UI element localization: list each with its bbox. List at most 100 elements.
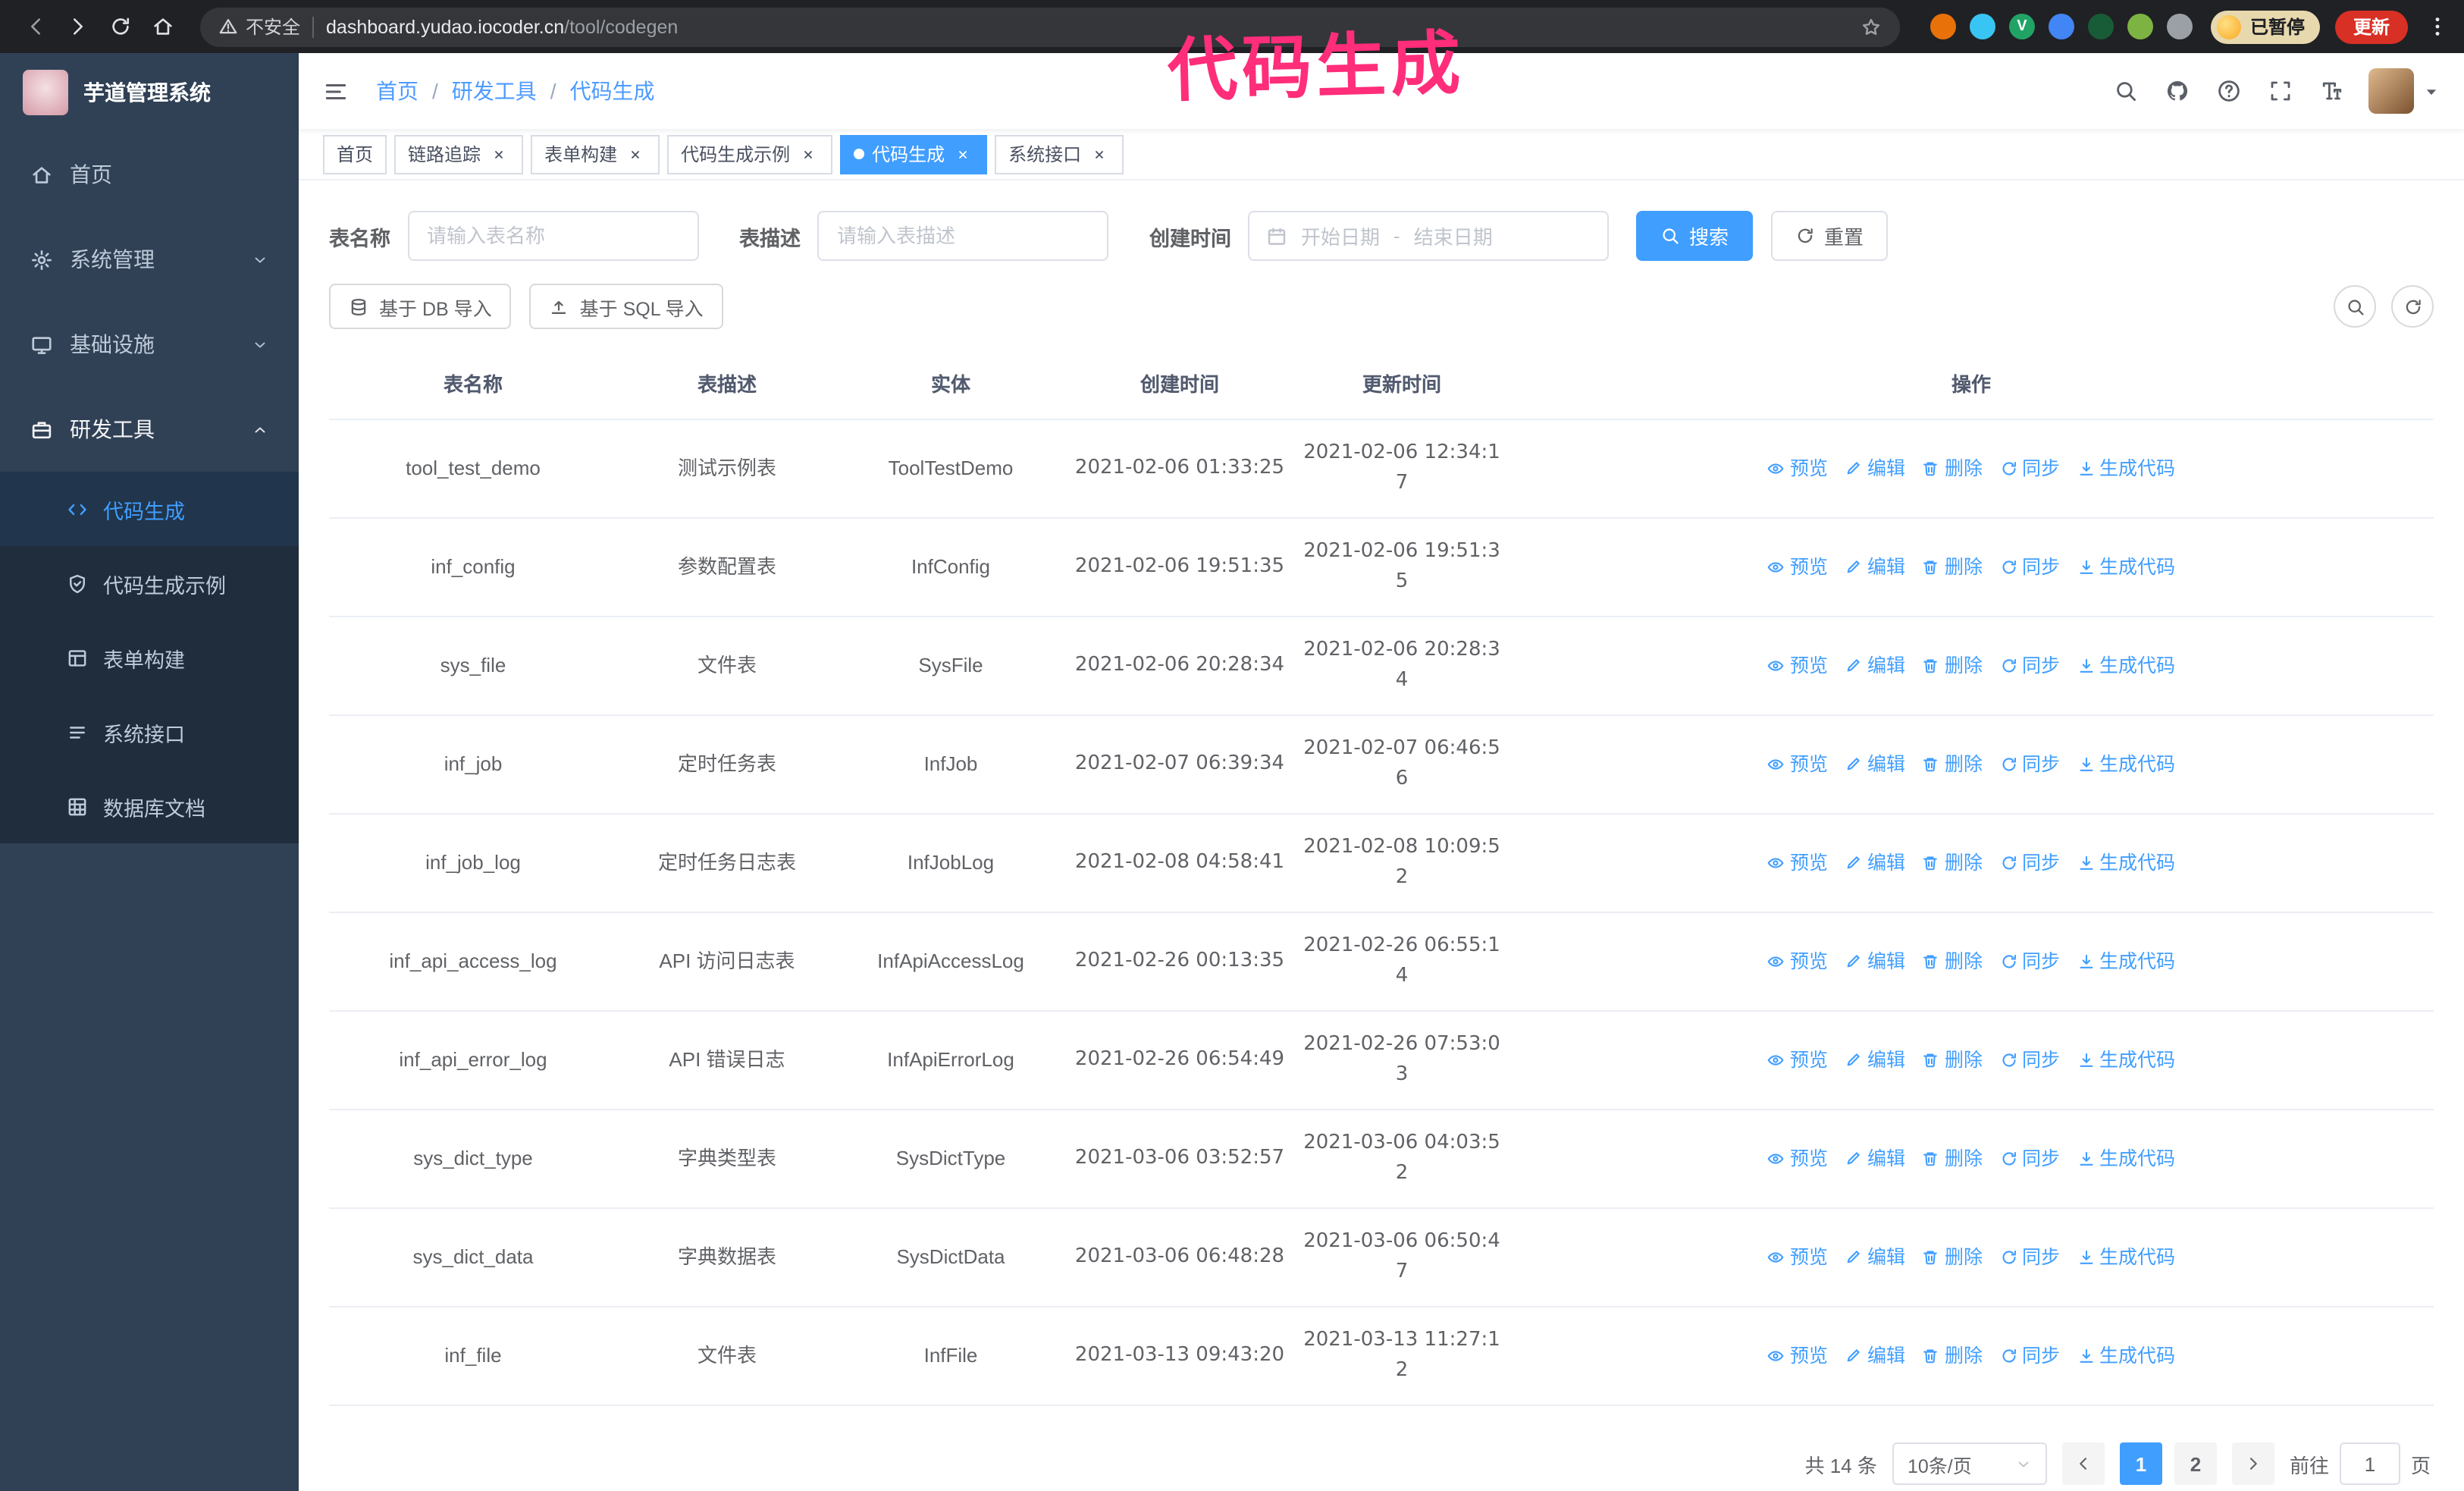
action-generate[interactable]: 生成代码: [2077, 1144, 2175, 1174]
help-icon[interactable]: [2217, 79, 2241, 103]
action-preview[interactable]: 预览: [1767, 454, 1828, 484]
table-name-input[interactable]: [407, 211, 698, 261]
bookmark-star-icon[interactable]: [1861, 16, 1882, 37]
table-desc-input[interactable]: [817, 211, 1108, 261]
action-preview[interactable]: 预览: [1767, 1144, 1828, 1174]
tab-system-api[interactable]: 系统接口: [995, 134, 1124, 174]
font-size-icon[interactable]: [2320, 79, 2344, 103]
breadcrumb-item[interactable]: 首页: [376, 76, 419, 106]
action-preview[interactable]: 预览: [1767, 1242, 1828, 1273]
action-generate[interactable]: 生成代码: [2077, 848, 2175, 878]
sidebar-item-codegen-example[interactable]: 代码生成示例: [0, 546, 299, 620]
action-sync[interactable]: 同步: [1999, 1144, 2060, 1174]
page-size-select[interactable]: 10条/页: [1892, 1442, 2047, 1485]
close-icon[interactable]: [625, 143, 646, 165]
page-button-1[interactable]: 1: [2119, 1442, 2162, 1485]
action-sync[interactable]: 同步: [1999, 1242, 2060, 1273]
create-time-range-picker[interactable]: 开始日期 - 结束日期: [1248, 211, 1609, 261]
action-delete[interactable]: 删除: [1922, 848, 1983, 878]
goto-page-input[interactable]: [2339, 1442, 2400, 1485]
action-delete[interactable]: 删除: [1922, 946, 1983, 977]
sidebar-item-codegen[interactable]: 代码生成: [0, 472, 299, 546]
action-preview[interactable]: 预览: [1767, 848, 1828, 878]
action-generate[interactable]: 生成代码: [2077, 749, 2175, 780]
sidebar-item-system-api[interactable]: 系统接口: [0, 695, 299, 769]
tab-tracing[interactable]: 链路追踪: [394, 134, 524, 174]
search-button[interactable]: 搜索: [1636, 211, 1754, 261]
close-icon[interactable]: [1089, 143, 1110, 165]
action-generate[interactable]: 生成代码: [2077, 552, 2175, 582]
people-extension-icon[interactable]: [2048, 14, 2074, 39]
action-delete[interactable]: 删除: [1922, 454, 1983, 484]
action-generate[interactable]: 生成代码: [2077, 1242, 2175, 1273]
action-delete[interactable]: 删除: [1922, 1242, 1983, 1273]
action-edit[interactable]: 编辑: [1845, 749, 1905, 780]
reset-button[interactable]: 重置: [1771, 211, 1889, 261]
breadcrumb-item[interactable]: 研发工具: [452, 76, 537, 106]
caret-down-icon[interactable]: [2423, 83, 2440, 99]
action-preview[interactable]: 预览: [1767, 651, 1828, 681]
sidebar-item-db-doc[interactable]: 数据库文档: [0, 769, 299, 843]
action-preview[interactable]: 预览: [1767, 749, 1828, 780]
site-security[interactable]: 不安全: [218, 14, 300, 39]
tab-codegen-example[interactable]: 代码生成示例: [667, 134, 833, 174]
page-button-2[interactable]: 2: [2174, 1442, 2217, 1485]
action-edit[interactable]: 编辑: [1845, 946, 1905, 977]
leaf-extension-icon[interactable]: [2127, 14, 2153, 39]
prev-page-button[interactable]: [2061, 1442, 2105, 1485]
action-sync[interactable]: 同步: [1999, 946, 2060, 977]
fullscreen-icon[interactable]: [2268, 79, 2293, 103]
sidebar-item-devtools[interactable]: 研发工具: [0, 387, 299, 472]
refresh-table-button[interactable]: [2391, 285, 2434, 328]
logo[interactable]: 芋道管理系统: [0, 53, 299, 132]
chart-extension-icon[interactable]: [2087, 14, 2114, 39]
action-sync[interactable]: 同步: [1999, 454, 2060, 484]
address-bar[interactable]: 不安全 dashboard.yudao.iocoder.cn/tool/code…: [200, 7, 1900, 46]
action-edit[interactable]: 编辑: [1845, 454, 1905, 484]
action-edit[interactable]: 编辑: [1845, 1144, 1905, 1174]
drop-extension-icon[interactable]: [1969, 14, 1995, 39]
import-sql-button[interactable]: 基于 SQL 导入: [529, 284, 723, 329]
action-delete[interactable]: 删除: [1922, 749, 1983, 780]
action-sync[interactable]: 同步: [1999, 848, 2060, 878]
search-icon[interactable]: [2114, 79, 2138, 103]
toggle-search-button[interactable]: [2334, 285, 2376, 328]
import-db-button[interactable]: 基于 DB 导入: [329, 284, 512, 329]
forward-button[interactable]: [58, 7, 97, 46]
sidebar-item-home[interactable]: 首页: [0, 132, 299, 217]
action-delete[interactable]: 删除: [1922, 1045, 1983, 1075]
tab-home[interactable]: 首页: [323, 134, 387, 174]
v-extension-icon[interactable]: V: [2008, 14, 2035, 39]
browser-menu-icon[interactable]: [2426, 15, 2449, 38]
action-generate[interactable]: 生成代码: [2077, 1045, 2175, 1075]
action-preview[interactable]: 预览: [1767, 552, 1828, 582]
action-generate[interactable]: 生成代码: [2077, 454, 2175, 484]
action-edit[interactable]: 编辑: [1845, 848, 1905, 878]
breadcrumb-item[interactable]: 代码生成: [570, 76, 655, 106]
sidebar-item-system[interactable]: 系统管理: [0, 217, 299, 302]
browser-update-button[interactable]: 更新: [2334, 10, 2408, 43]
home-button[interactable]: [143, 7, 182, 46]
action-generate[interactable]: 生成代码: [2077, 651, 2175, 681]
profile-paused-badge[interactable]: 已暂停: [2210, 10, 2320, 43]
action-edit[interactable]: 编辑: [1845, 651, 1905, 681]
url-text[interactable]: dashboard.yudao.iocoder.cn/tool/codegen: [326, 16, 678, 37]
close-icon[interactable]: [798, 143, 819, 165]
action-generate[interactable]: 生成代码: [2077, 1341, 2175, 1371]
hamburger-icon[interactable]: [323, 78, 349, 104]
tab-form-builder[interactable]: 表单构建: [531, 134, 660, 174]
back-button[interactable]: [15, 7, 55, 46]
sidebar-item-infrastructure[interactable]: 基础设施: [0, 302, 299, 387]
action-preview[interactable]: 预览: [1767, 1045, 1828, 1075]
next-page-button[interactable]: [2231, 1442, 2274, 1485]
fox-extension-icon[interactable]: [1930, 14, 1956, 39]
action-sync[interactable]: 同步: [1999, 1045, 2060, 1075]
action-delete[interactable]: 删除: [1922, 1341, 1983, 1371]
action-edit[interactable]: 编辑: [1845, 1242, 1905, 1273]
sidebar-item-form-builder[interactable]: 表单构建: [0, 620, 299, 695]
action-edit[interactable]: 编辑: [1845, 1045, 1905, 1075]
action-delete[interactable]: 删除: [1922, 552, 1983, 582]
user-avatar[interactable]: [2368, 68, 2414, 114]
github-icon[interactable]: [2165, 79, 2190, 103]
tab-codegen[interactable]: 代码生成: [840, 134, 988, 174]
